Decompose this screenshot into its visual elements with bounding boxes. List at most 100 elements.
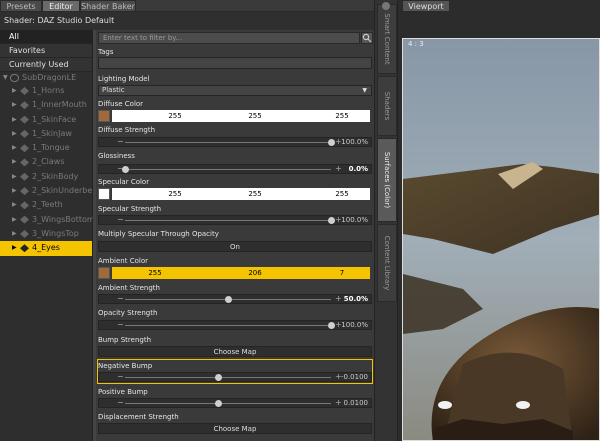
ambient-strength-value[interactable]: 50.0% (344, 295, 368, 303)
tree-item[interactable]: ▶ 1_SkinFace (0, 113, 92, 127)
chevron-right-icon[interactable]: ▶ (12, 227, 17, 241)
chevron-right-icon[interactable]: ▶ (12, 98, 17, 112)
chevron-right-icon[interactable]: ▶ (12, 198, 17, 212)
specular-color-values[interactable]: 255 255 255 (112, 188, 370, 200)
chevron-right-icon[interactable]: ▶ (12, 84, 17, 98)
tree-item[interactable]: ▶ 2_Teeth (0, 198, 92, 212)
slider-track[interactable] (125, 220, 331, 221)
tree-item[interactable]: ▶ 2_SkinUnderbelly (0, 184, 102, 198)
plus-icon[interactable]: + (335, 399, 342, 407)
slider-knob[interactable] (225, 296, 232, 303)
tree-item[interactable]: ▶ 2_Claws (0, 155, 92, 169)
chevron-down-icon[interactable]: ▼ (3, 72, 8, 84)
diffuse-color-field[interactable]: 255 255 255 (98, 110, 372, 122)
color-swatch-icon[interactable] (98, 267, 110, 279)
tree-item[interactable]: ▶ 1_InnerMouth (0, 98, 92, 112)
slider-track[interactable] (125, 142, 331, 143)
chevron-right-icon[interactable]: ▶ (12, 213, 17, 227)
slider-track[interactable] (125, 325, 331, 326)
specular-color-b[interactable]: 255 (327, 188, 357, 200)
specular-color-g[interactable]: 255 (240, 188, 270, 200)
slider-knob[interactable] (214, 374, 222, 381)
ambient-color-b[interactable]: 7 (327, 267, 357, 279)
color-swatch-icon[interactable] (98, 188, 110, 200)
opacity-strength-slider[interactable]: − + 100.0% (98, 320, 372, 330)
ambient-strength-slider[interactable]: − + 50.0% (98, 294, 372, 304)
minus-icon[interactable]: − (117, 138, 124, 146)
chevron-right-icon[interactable]: ▶ (12, 127, 17, 141)
minus-icon[interactable]: − (117, 373, 124, 381)
tab-presets[interactable]: Presets (0, 0, 42, 12)
viewport-canvas[interactable] (402, 38, 600, 441)
chevron-right-icon[interactable]: ▶ (12, 170, 17, 184)
diffuse-strength-slider[interactable]: − + 100.0% (98, 137, 372, 147)
tab-content-library[interactable]: Content Library (377, 224, 397, 302)
slider-knob[interactable] (328, 217, 335, 224)
tab-viewport[interactable]: Viewport (402, 0, 450, 12)
specular-strength-slider[interactable]: − + 100.0% (98, 215, 372, 225)
opacity-strength-value[interactable]: 100.0% (341, 321, 368, 329)
chevron-right-icon[interactable]: ▶ (12, 184, 17, 198)
tree-item[interactable]: ▶ 3_WingsBottom (0, 213, 95, 227)
multiply-specular-toggle[interactable]: On (98, 241, 372, 252)
bump-choose-map-button[interactable]: Choose Map (98, 346, 372, 357)
slider-track[interactable] (125, 377, 331, 378)
negative-bump-value[interactable]: -0.0100 (341, 373, 368, 381)
diffuse-color-r[interactable]: 255 (160, 110, 190, 122)
diffuse-strength-value[interactable]: 100.0% (341, 138, 368, 146)
diffuse-color-b[interactable]: 255 (327, 110, 357, 122)
tab-shader-baker[interactable]: Shader Baker (80, 0, 136, 12)
category-currently-used[interactable]: Currently Used (0, 58, 92, 72)
minus-icon[interactable]: − (117, 295, 124, 303)
category-all[interactable]: All (0, 30, 92, 44)
slider-knob[interactable] (122, 166, 129, 173)
diffuse-color-values[interactable]: 255 255 255 (112, 110, 370, 122)
chevron-right-icon[interactable]: ▶ (12, 141, 17, 155)
plus-icon[interactable]: + (335, 165, 342, 173)
ambient-color-g[interactable]: 206 (240, 267, 270, 279)
specular-strength-value[interactable]: 100.0% (341, 216, 368, 224)
lighting-model-select[interactable]: Plastic ▼ (98, 85, 372, 96)
chevron-right-icon[interactable]: ▶ (12, 241, 17, 255)
slider-knob[interactable] (328, 322, 335, 329)
category-favorites[interactable]: Favorites (0, 44, 92, 58)
ambient-color-r[interactable]: 255 (140, 267, 170, 279)
tree-item[interactable]: ▶ 1_Horns (0, 84, 92, 98)
minus-icon[interactable]: − (117, 399, 124, 407)
plus-icon[interactable]: + (335, 295, 342, 303)
tree-item[interactable]: ▶ 1_Tongue (0, 141, 92, 155)
filter-input[interactable]: Enter text to filter by... (98, 32, 360, 44)
tab-smart-content[interactable]: Smart Content (377, 4, 397, 74)
minus-icon[interactable]: − (117, 216, 124, 224)
glossiness-value[interactable]: 0.0% (349, 165, 368, 173)
tags-field[interactable] (98, 57, 372, 69)
tab-shaders[interactable]: Shaders (377, 76, 397, 136)
pane-menu-icon[interactable] (382, 2, 390, 10)
slider-knob[interactable] (214, 400, 222, 407)
tree-item[interactable]: ▶ 3_WingsTop (0, 227, 92, 241)
specular-color-field[interactable]: 255 255 255 (98, 188, 372, 200)
glossiness-slider[interactable]: − + 0.0% (98, 164, 372, 174)
displacement-choose-map-button[interactable]: Choose Map (98, 423, 372, 434)
diffuse-color-g[interactable]: 255 (240, 110, 270, 122)
ambient-color-field[interactable]: 255 206 7 (98, 267, 372, 279)
positive-bump-value[interactable]: 0.0100 (344, 399, 369, 407)
chevron-right-icon[interactable]: ▶ (12, 113, 17, 127)
ambient-color-values[interactable]: 255 206 7 (112, 267, 370, 279)
color-swatch-icon[interactable] (98, 110, 110, 122)
slider-track[interactable] (125, 403, 331, 404)
search-icon[interactable] (361, 32, 373, 44)
positive-bump-slider[interactable]: − + 0.0100 (98, 398, 372, 408)
tree-item[interactable]: ▶ 2_SkinBody (0, 170, 92, 184)
slider-knob[interactable] (328, 139, 335, 146)
minus-icon[interactable]: − (117, 321, 124, 329)
slider-track[interactable] (125, 169, 331, 170)
negative-bump-slider[interactable]: − + -0.0100 (98, 372, 372, 382)
tab-editor[interactable]: Editor (42, 0, 80, 12)
tab-surfaces-color[interactable]: Surfaces (Color) (377, 138, 397, 222)
tree-item[interactable]: ▶ 1_SkinJaw (0, 127, 92, 141)
chevron-right-icon[interactable]: ▶ (12, 155, 17, 169)
specular-color-r[interactable]: 255 (160, 188, 190, 200)
tree-root[interactable]: ▼ SubDragonLE (0, 72, 92, 84)
tree-item[interactable]: ▶ 4_Eyes (0, 241, 92, 256)
